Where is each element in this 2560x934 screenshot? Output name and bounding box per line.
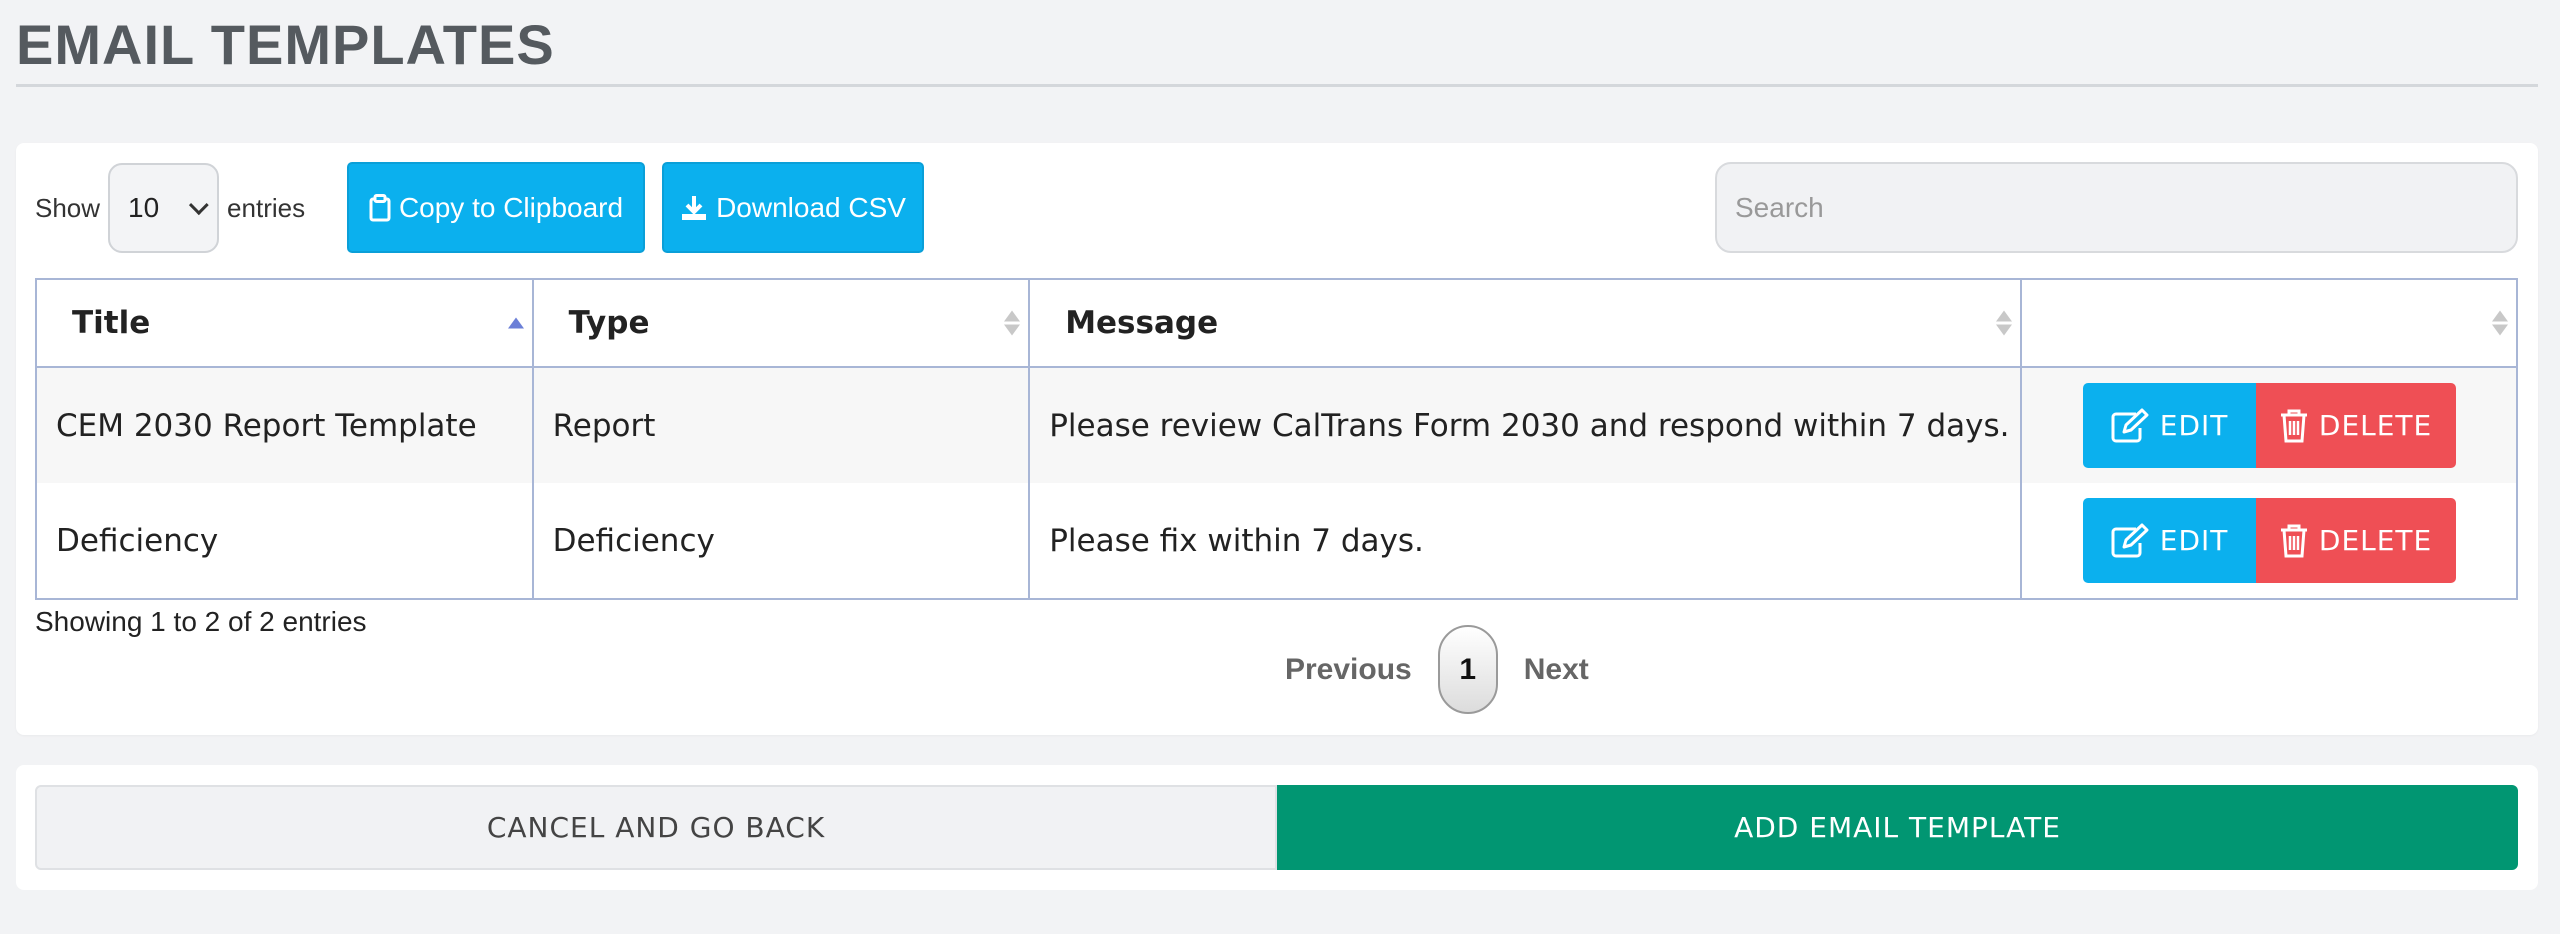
- page-title: EMAIL TEMPLATES: [16, 13, 555, 76]
- add-email-template-button[interactable]: ADD EMAIL TEMPLATE: [1277, 785, 2518, 870]
- cell-actions: EDIT DELETE: [2020, 483, 2518, 600]
- edit-icon: [2110, 408, 2150, 444]
- clipboard-icon: [369, 193, 391, 222]
- sort-icon: [1004, 310, 1021, 336]
- delete-label: DELETE: [2318, 524, 2433, 557]
- trash-icon: [2279, 523, 2309, 559]
- delete-button[interactable]: DELETE: [2255, 383, 2456, 468]
- download-button-label: Download CSV: [716, 191, 906, 223]
- download-icon: [680, 194, 708, 222]
- sort-icon: [1996, 310, 2013, 336]
- cell-message: Please review CalTrans Form 2030 and res…: [1028, 367, 2023, 483]
- column-header-type[interactable]: Type: [531, 278, 1031, 368]
- table-header-row: Title Type Message: [35, 278, 2518, 368]
- download-csv-button[interactable]: Download CSV: [662, 162, 924, 253]
- entries-select-value: 10: [128, 192, 160, 223]
- table-info: Showing 1 to 2 of 2 entries: [35, 606, 367, 637]
- templates-table: Title Type Message CEM 2030 Report Templ…: [35, 278, 2518, 600]
- entries-label: entries: [227, 192, 306, 223]
- cell-title: Deficiency: [35, 483, 534, 600]
- edit-button[interactable]: EDIT: [2082, 498, 2256, 583]
- trash-icon: [2279, 408, 2309, 444]
- column-header-title[interactable]: Title: [35, 278, 534, 368]
- cell-title: CEM 2030 Report Template: [35, 367, 534, 483]
- column-header-message[interactable]: Message: [1028, 278, 2023, 368]
- sort-icon: [2492, 310, 2508, 336]
- copy-to-clipboard-button[interactable]: Copy to Clipboard: [347, 162, 645, 253]
- pagination-page-1[interactable]: 1: [1437, 625, 1498, 714]
- cell-type: Deficiency: [531, 483, 1031, 600]
- title-divider: [16, 84, 2538, 87]
- table-row: CEM 2030 Report Template Report Please r…: [35, 367, 2518, 483]
- copy-button-label: Copy to Clipboard: [398, 191, 624, 223]
- edit-label: EDIT: [2159, 524, 2229, 557]
- column-type-label: Type: [568, 305, 650, 341]
- search-placeholder: Search: [1735, 191, 1824, 223]
- cancel-button[interactable]: CANCEL AND GO BACK: [35, 785, 1277, 870]
- cell-actions: EDIT DELETE: [2020, 367, 2518, 483]
- search-input[interactable]: Search: [1715, 162, 2518, 253]
- edit-button[interactable]: EDIT: [2082, 383, 2256, 468]
- chevron-down-icon: [188, 195, 209, 216]
- column-title-label: Title: [72, 305, 151, 341]
- cell-type: Report: [531, 367, 1031, 483]
- column-header-actions[interactable]: [2020, 278, 2518, 368]
- pagination: Previous 1 Next: [1285, 625, 1589, 714]
- pagination-next[interactable]: Next: [1524, 653, 1589, 687]
- table-row: Deficiency Deficiency Please fix within …: [35, 483, 2518, 600]
- pagination-previous[interactable]: Previous: [1285, 653, 1412, 687]
- delete-button[interactable]: DELETE: [2255, 498, 2456, 583]
- entries-length-control: Show 10 entries: [35, 163, 305, 253]
- column-message-label: Message: [1065, 305, 1219, 341]
- edit-icon: [2110, 523, 2150, 559]
- sort-ascending-icon: [507, 317, 524, 329]
- show-label: Show: [35, 192, 101, 223]
- delete-label: DELETE: [2318, 409, 2433, 442]
- entries-select[interactable]: 10: [108, 163, 220, 253]
- cell-message: Please fix within 7 days.: [1028, 483, 2023, 600]
- edit-label: EDIT: [2159, 409, 2229, 442]
